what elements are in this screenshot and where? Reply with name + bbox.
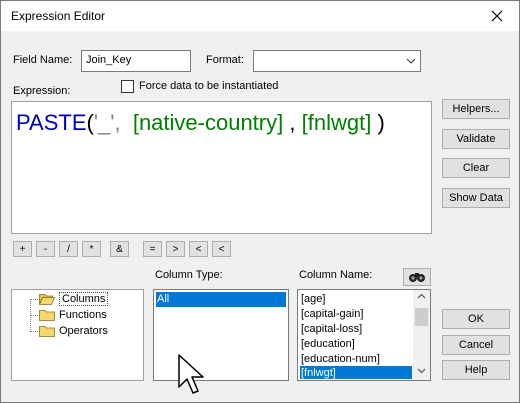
tree-item-label: Operators bbox=[59, 325, 108, 337]
list-item[interactable]: [education] bbox=[300, 337, 355, 352]
list-item[interactable]: [education-num] bbox=[300, 352, 380, 367]
scrollbar-thumb[interactable] bbox=[415, 308, 428, 326]
column-type-list[interactable]: All bbox=[153, 289, 289, 381]
close-icon bbox=[491, 10, 503, 22]
column-name-label: Column Name: bbox=[299, 269, 373, 281]
expr-string-literal: '_', bbox=[93, 110, 121, 135]
tree-item-functions[interactable]: Functions bbox=[39, 308, 107, 322]
list-item[interactable]: All bbox=[156, 292, 286, 307]
field-name-label: Field Name: bbox=[13, 54, 73, 66]
ok-button[interactable]: OK bbox=[442, 309, 510, 329]
expr-function: PASTE bbox=[16, 110, 87, 135]
scroll-down-icon[interactable] bbox=[417, 368, 426, 374]
operator-minus-button[interactable]: - bbox=[36, 241, 55, 257]
force-instantiate-checkbox[interactable] bbox=[121, 80, 134, 93]
tree-item-columns[interactable]: Columns bbox=[39, 292, 109, 306]
scroll-up-icon[interactable] bbox=[417, 293, 426, 299]
validate-button[interactable]: Validate bbox=[442, 129, 510, 149]
show-data-button[interactable]: Show Data bbox=[442, 188, 510, 208]
category-tree[interactable]: Columns Functions Operators bbox=[11, 289, 144, 381]
folder-icon bbox=[39, 326, 55, 337]
clear-button[interactable]: Clear bbox=[442, 158, 510, 178]
list-item[interactable]: [fnlwgt] bbox=[300, 366, 412, 379]
chevron-down-icon bbox=[406, 58, 416, 64]
operator-plus-button[interactable]: + bbox=[13, 241, 32, 257]
tree-connector bbox=[30, 299, 38, 300]
binoculars-icon bbox=[409, 273, 425, 282]
operator-less-button-2[interactable]: < bbox=[212, 241, 231, 257]
operator-concat-button[interactable]: & bbox=[110, 241, 129, 257]
helpers-button[interactable]: Helpers... bbox=[442, 99, 510, 119]
operator-greater-button[interactable]: > bbox=[166, 241, 185, 257]
operator-equals-button[interactable]: = bbox=[143, 241, 162, 257]
column-name-list[interactable]: [age] [capital-gain] [capital-loss] [edu… bbox=[297, 289, 431, 381]
format-dropdown[interactable] bbox=[253, 50, 421, 72]
expr-close-paren: ) bbox=[377, 110, 385, 135]
help-button[interactable]: Help bbox=[442, 360, 510, 380]
column-type-label: Column Type: bbox=[155, 269, 223, 281]
tree-connector bbox=[30, 315, 38, 316]
tree-item-label: Functions bbox=[59, 309, 107, 321]
folder-icon bbox=[39, 310, 55, 321]
expr-column-2: [fnlwgt] bbox=[301, 110, 372, 135]
operator-multiply-button[interactable]: * bbox=[82, 241, 101, 257]
mouse-cursor-icon bbox=[178, 354, 204, 394]
title-bar[interactable]: Expression Editor bbox=[1, 1, 519, 31]
expression-text: PASTE('_', [native-country] , [fnlwgt] ) bbox=[16, 110, 385, 136]
open-folder-icon bbox=[39, 294, 55, 305]
column-name-scrollbar[interactable] bbox=[413, 290, 430, 380]
field-name-input[interactable]: Join_Key bbox=[81, 50, 191, 72]
expression-editor[interactable]: PASTE('_', [native-country] , [fnlwgt] ) bbox=[11, 101, 432, 234]
tree-item-operators[interactable]: Operators bbox=[39, 324, 108, 338]
list-item[interactable]: [capital-gain] bbox=[300, 307, 363, 322]
expr-open-paren: ( bbox=[86, 110, 94, 135]
operator-less-button[interactable]: < bbox=[189, 241, 208, 257]
format-label: Format: bbox=[206, 54, 244, 66]
force-instantiate-label: Force data to be instantiated bbox=[139, 80, 279, 92]
operator-divide-button[interactable]: / bbox=[59, 241, 78, 257]
expr-column-1: [native-country] bbox=[132, 110, 284, 135]
expression-editor-window: Expression Editor Field Name: Join_Key F… bbox=[0, 0, 520, 403]
list-item[interactable]: [capital-loss] bbox=[300, 322, 362, 337]
cancel-button[interactable]: Cancel bbox=[442, 335, 510, 355]
find-column-button[interactable] bbox=[403, 268, 431, 286]
expression-label: Expression: bbox=[13, 85, 71, 97]
list-item[interactable]: [age] bbox=[300, 292, 325, 307]
close-button[interactable] bbox=[475, 1, 519, 31]
tree-connector bbox=[30, 331, 38, 332]
tree-item-label: Columns bbox=[59, 292, 109, 306]
window-title: Expression Editor bbox=[11, 9, 106, 23]
expr-comma: , bbox=[289, 110, 296, 135]
